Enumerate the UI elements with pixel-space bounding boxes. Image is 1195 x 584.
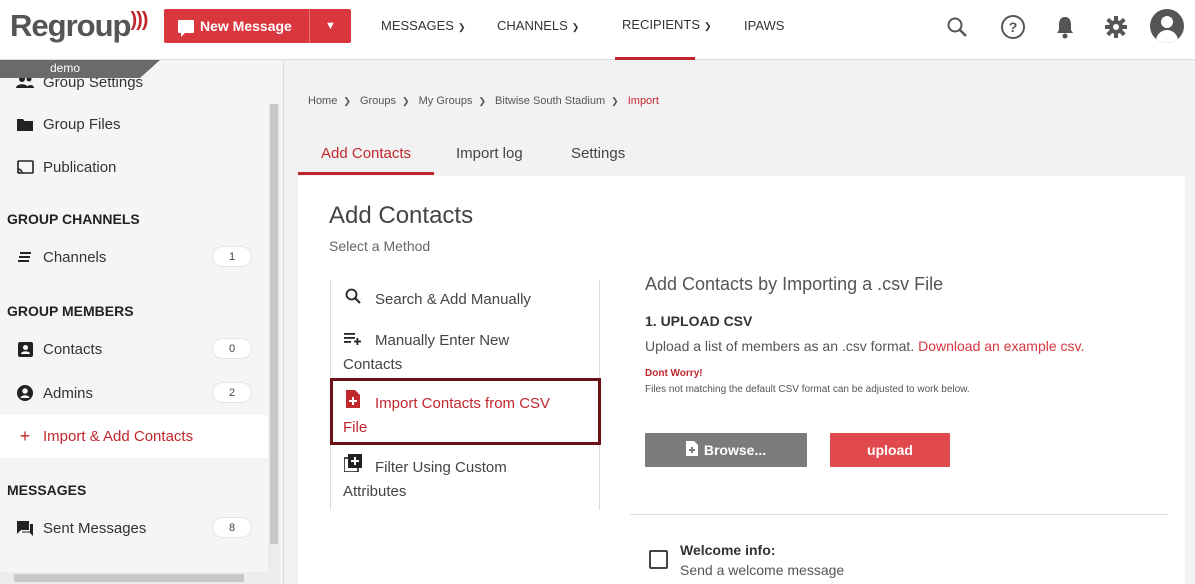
contacts-count-badge: 0	[212, 338, 252, 359]
method-manually-enter[interactable]: Manually Enter New Contacts	[331, 329, 601, 377]
welcome-info-checkbox[interactable]	[649, 550, 668, 569]
add-contacts-panel: Add Contacts Select a Method Search & Ad…	[298, 176, 1185, 584]
plus-icon: +	[19, 426, 31, 446]
sidebar-item-label: Publication	[43, 158, 117, 176]
section-title: Add Contacts by Importing a .csv File	[645, 274, 944, 294]
nav-recipients[interactable]: RECIPIENTS ❯	[622, 17, 712, 32]
chevron-down-icon: ❯	[704, 21, 712, 31]
tab-bar: Add Contacts Import log Settings	[298, 135, 1185, 177]
sidebar-item-group-files[interactable]: Group Files	[0, 103, 268, 145]
logo-signal-icon: )))	[130, 9, 148, 31]
method-import-csv[interactable]: Import Contacts from CSV File	[330, 378, 601, 445]
breadcrumb-groups[interactable]: Groups	[360, 95, 396, 107]
method-list: Search & Add Manually Manually Enter New…	[330, 280, 601, 510]
file-plus-icon	[343, 390, 363, 416]
new-message-label: New Message	[200, 18, 292, 34]
tab-settings[interactable]: Settings	[571, 145, 625, 162]
list-add-icon	[343, 329, 363, 353]
channels-count-badge: 1	[212, 246, 252, 267]
search-icon[interactable]	[941, 11, 973, 43]
sidebar-item-publication[interactable]: Publication	[0, 146, 268, 188]
help-icon[interactable]: ?	[997, 11, 1029, 43]
breadcrumb-group[interactable]: Bitwise South Stadium	[495, 95, 605, 107]
sidebar-item-label: Group Files	[43, 115, 121, 133]
environment-tag: demo	[0, 60, 160, 78]
upload-description: Upload a list of members as an .csv form…	[645, 338, 1085, 354]
chevron-down-icon: ❯	[571, 22, 580, 32]
chat-icon	[16, 520, 34, 536]
nav-ipaws[interactable]: IPAWS	[744, 18, 784, 33]
chevron-down-icon: ❯	[457, 22, 466, 32]
method-filter-custom-attributes[interactable]: Filter Using Custom Attributes	[331, 454, 601, 504]
admin-icon	[16, 385, 34, 401]
svg-text:?: ?	[1009, 19, 1018, 35]
filter-plus-icon	[343, 454, 363, 480]
breadcrumb-current: Import	[627, 95, 659, 107]
chevron-right-icon: ❯	[611, 96, 619, 106]
sidebar-vertical-scrollbar[interactable]	[268, 104, 280, 584]
welcome-info-subtitle: Send a welcome message	[680, 562, 845, 578]
folder-icon	[16, 116, 34, 132]
browse-button[interactable]: Browse...	[645, 433, 807, 467]
admins-count-badge: 2	[212, 382, 252, 403]
scrollbar-thumb[interactable]	[14, 574, 244, 582]
tab-import-log[interactable]: Import log	[456, 145, 523, 162]
sidebar-item-label: Admins	[43, 384, 94, 402]
breadcrumb-my-groups[interactable]: My Groups	[419, 95, 473, 107]
chevron-right-icon: ❯	[478, 96, 486, 106]
cast-icon	[16, 159, 34, 175]
scrollbar-thumb[interactable]	[270, 104, 278, 544]
sidebar-item-import-add-contacts[interactable]: + Import & Add Contacts	[0, 415, 268, 458]
channels-icon	[16, 249, 34, 265]
sidebar: Group Settings demo Group Files Publicat…	[0, 60, 284, 584]
section-heading-messages: MESSAGES	[7, 482, 87, 498]
new-message-button[interactable]: New Message ▼	[164, 9, 351, 43]
format-note: Files not matching the default CSV forma…	[645, 384, 970, 395]
contact-card-icon	[16, 341, 34, 357]
page-subtitle: Select a Method	[329, 238, 431, 254]
sidebar-item-label: Channels	[43, 248, 107, 266]
breadcrumb-home[interactable]: Home	[308, 95, 337, 107]
chevron-right-icon: ❯	[343, 96, 351, 106]
active-tab-indicator	[298, 172, 434, 175]
new-message-dropdown-toggle[interactable]: ▼	[309, 9, 351, 43]
user-avatar-icon[interactable]	[1150, 9, 1184, 43]
breadcrumb: Home ❯ Groups ❯ My Groups ❯ Bitwise South S…	[308, 95, 659, 107]
bell-icon[interactable]	[1049, 11, 1081, 43]
warning-heading: Dont Worry!	[645, 368, 703, 379]
search-icon	[343, 288, 363, 312]
chevron-down-icon: ▼	[325, 20, 336, 32]
method-search-add-manually[interactable]: Search & Add Manually	[331, 288, 601, 312]
active-nav-indicator	[615, 57, 695, 60]
sidebar-horizontal-scrollbar[interactable]	[0, 572, 268, 584]
step-heading: 1. UPLOAD CSV	[645, 313, 753, 329]
top-navbar: Regroup))) New Message ▼ MESSAGES ❯ CHANN…	[0, 0, 1195, 60]
welcome-info-title: Welcome info:	[680, 542, 776, 558]
nav-messages[interactable]: MESSAGES ❯	[381, 18, 466, 33]
section-heading-group-channels: GROUP CHANNELS	[7, 211, 140, 227]
nav-channels[interactable]: CHANNELS ❯	[497, 18, 579, 33]
sidebar-item-label: Sent Messages	[43, 519, 147, 537]
tab-add-contacts[interactable]: Add Contacts	[321, 145, 411, 162]
chevron-right-icon: ❯	[402, 96, 410, 106]
upload-button[interactable]: upload	[830, 433, 950, 467]
download-example-link[interactable]: Download an example csv.	[918, 338, 1084, 354]
sidebar-item-label: Import & Add Contacts	[43, 428, 194, 445]
regroup-logo[interactable]: Regroup)))	[10, 8, 148, 44]
section-heading-group-members: GROUP MEMBERS	[7, 303, 134, 319]
file-plus-icon	[685, 441, 698, 459]
sent-messages-count-badge: 8	[212, 517, 252, 538]
page-title: Add Contacts	[329, 202, 474, 229]
csv-import-section: Add Contacts by Importing a .csv File 1.…	[645, 274, 1165, 467]
sidebar-item-label: Contacts	[43, 340, 103, 358]
message-icon	[178, 19, 194, 37]
divider	[630, 514, 1168, 515]
gear-icon[interactable]	[1100, 11, 1132, 43]
